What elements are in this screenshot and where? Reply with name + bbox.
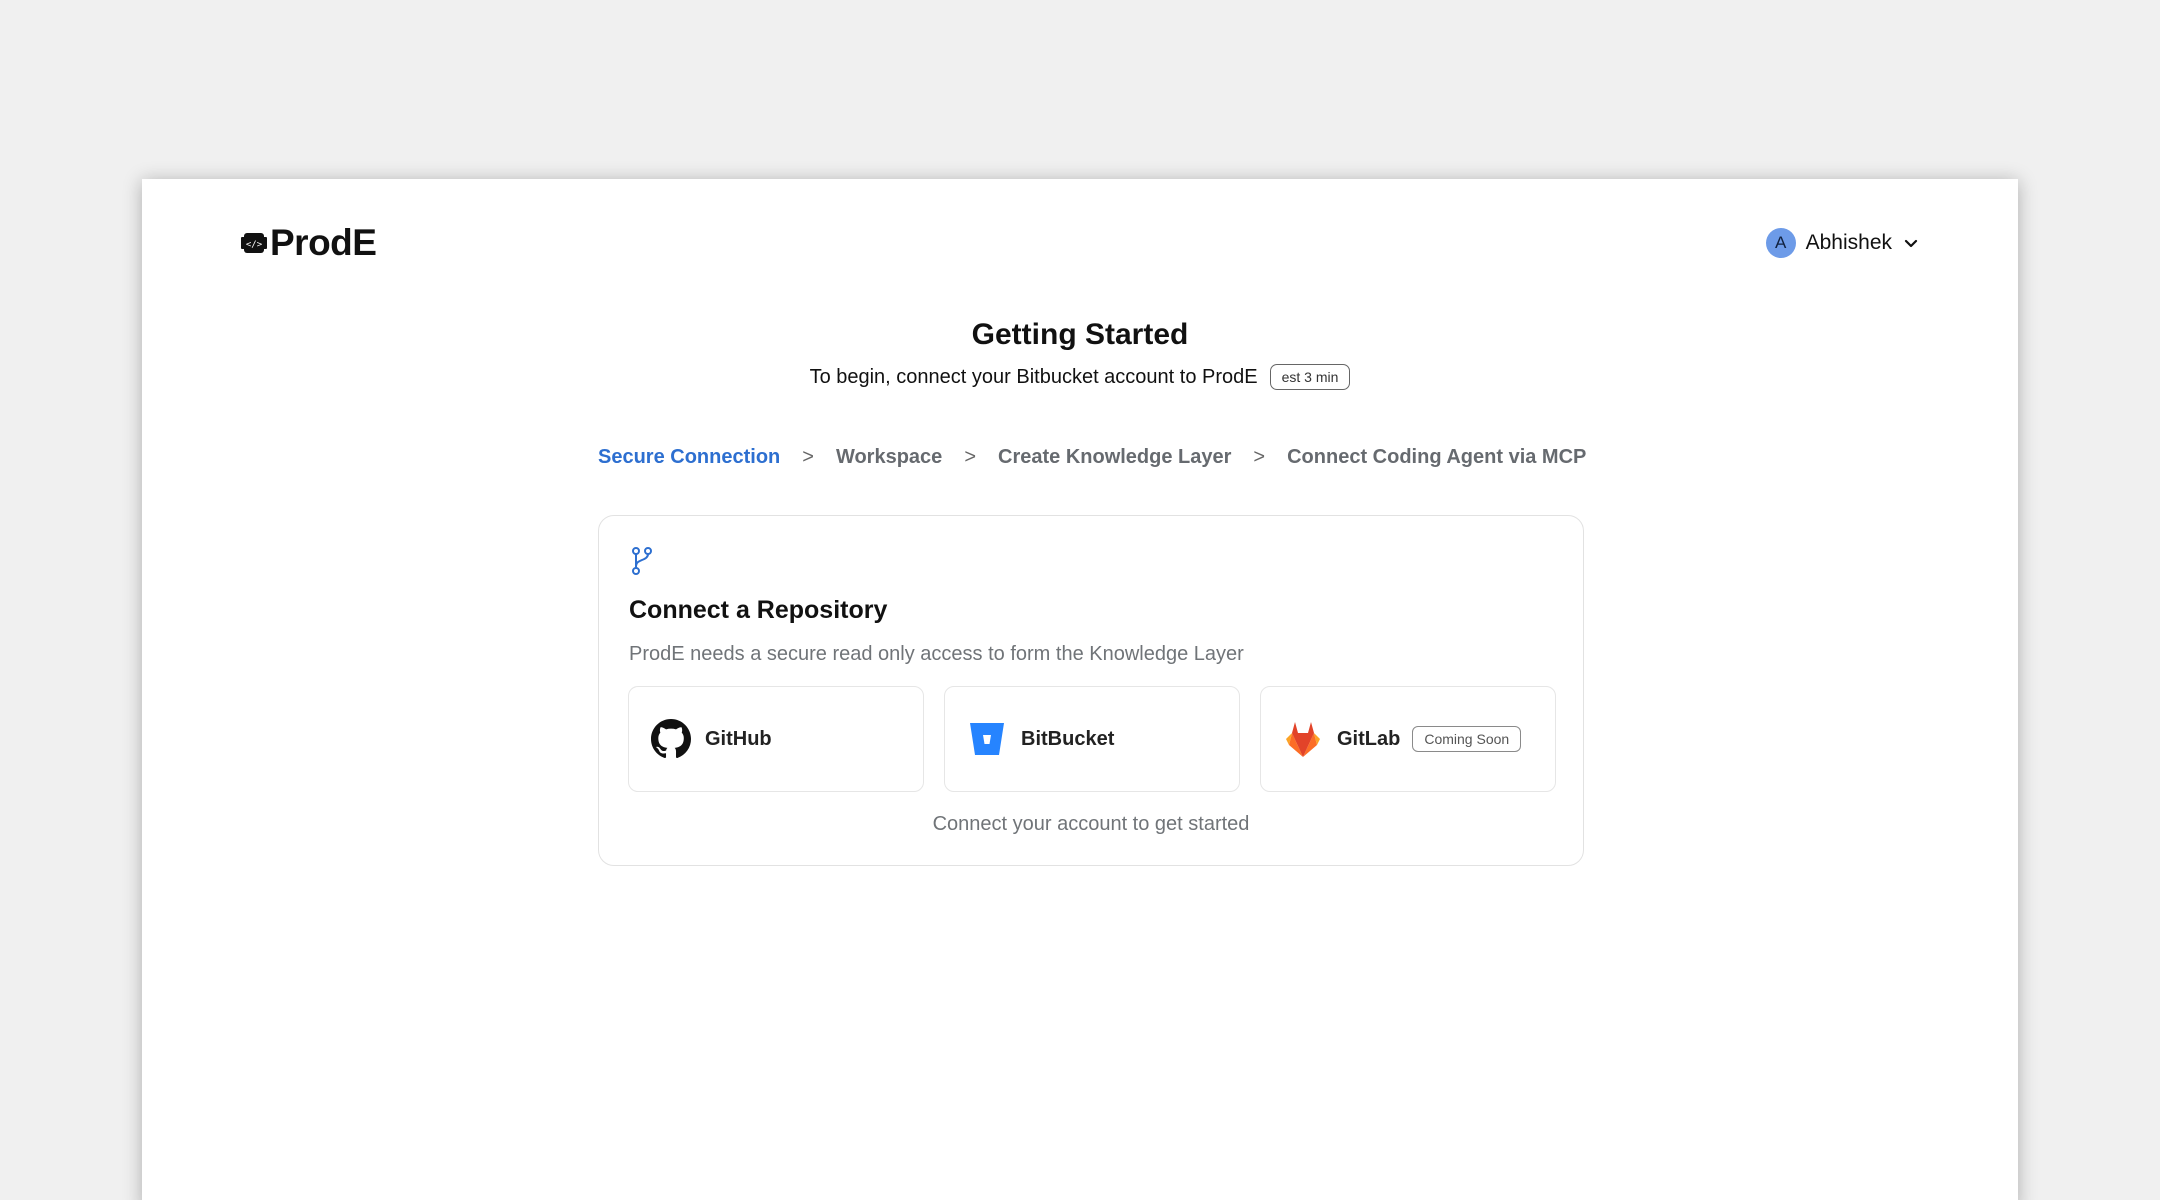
card-footer-text: Connect your account to get started	[932, 813, 1250, 835]
git-branch-icon	[632, 547, 652, 575]
step-create-knowledge-layer[interactable]: Create Knowledge Layer	[998, 446, 1231, 469]
card-description: ProdE needs a secure read only access to…	[629, 643, 1244, 665]
bitbucket-icon	[970, 723, 1004, 755]
bitbucket-option[interactable]: BitBucket	[944, 686, 1240, 792]
gitlab-icon	[1286, 722, 1320, 757]
provider-options: GitHub BitBucket GitLab Coming Soon	[628, 686, 1556, 792]
chevron-down-icon	[1904, 239, 1918, 248]
estimate-badge: est 3 min	[1269, 364, 1351, 390]
step-separator: >	[802, 446, 814, 468]
github-option[interactable]: GitHub	[628, 686, 924, 792]
brand-name: ProdE	[270, 222, 377, 263]
coming-soon-badge: Coming Soon	[1412, 726, 1522, 752]
gitlab-label: GitLab	[1337, 727, 1401, 750]
gitlab-option[interactable]: GitLab Coming Soon	[1260, 686, 1556, 792]
onboarding-steps: Secure Connection > Workspace > Create K…	[598, 446, 1586, 469]
github-icon	[651, 719, 691, 759]
subtitle-row: To begin, connect your Bitbucket account…	[142, 364, 2018, 390]
step-separator: >	[964, 446, 976, 468]
step-separator: >	[1253, 446, 1266, 468]
avatar: A	[1765, 228, 1796, 258]
prode-logo[interactable]: </> ProdE	[240, 222, 377, 263]
user-name: Abhishek	[1805, 231, 1892, 254]
step-secure-connection[interactable]: Secure Connection	[598, 446, 780, 469]
user-menu[interactable]: A Abhishek	[1765, 228, 1920, 258]
page-title: Getting Started	[971, 318, 1189, 351]
card-title: Connect a Repository	[629, 596, 888, 624]
prode-logo-icon: </>	[241, 232, 267, 253]
svg-text:</>: </>	[246, 240, 263, 250]
page-subtitle: To begin, connect your Bitbucket account…	[809, 365, 1258, 388]
github-label: GitHub	[705, 727, 772, 750]
connect-repository-card: Connect a Repository ProdE needs a secur…	[598, 515, 1584, 866]
bitbucket-label: BitBucket	[1021, 727, 1115, 750]
step-workspace[interactable]: Workspace	[836, 446, 942, 469]
app-window: </> ProdE A Abhishek Getting Started To …	[142, 179, 2018, 1200]
step-connect-coding-agent[interactable]: Connect Coding Agent via MCP	[1287, 446, 1586, 469]
